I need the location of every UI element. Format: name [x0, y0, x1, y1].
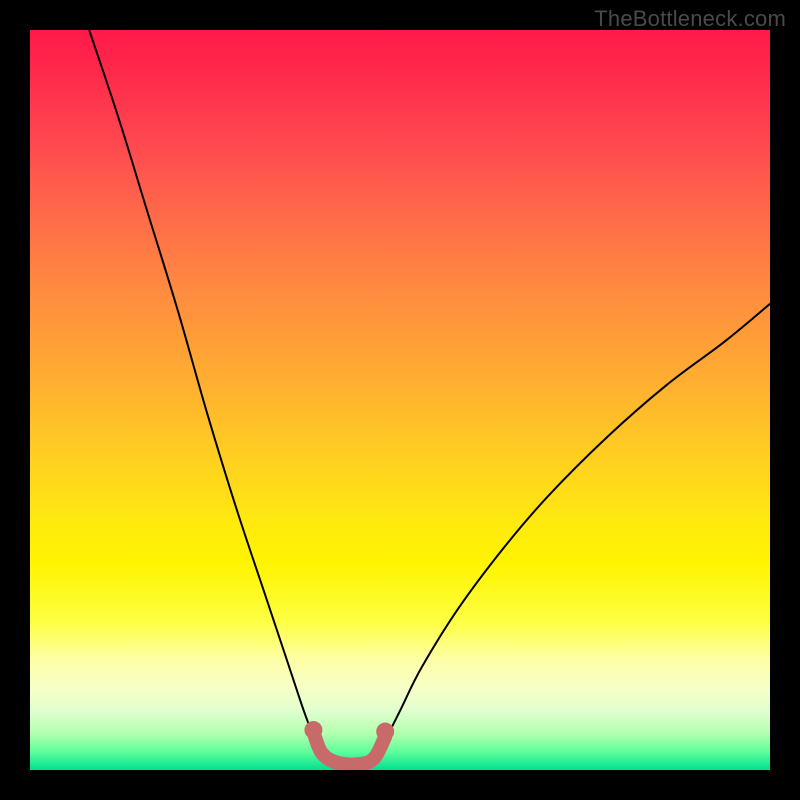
chart-svg: [30, 30, 770, 770]
valley-highlight-end-markers: [304, 721, 394, 740]
curve-right-ascent: [385, 304, 770, 741]
valley-end-marker: [304, 721, 322, 739]
valley-highlight-track: [315, 737, 385, 765]
curve-left-descent: [89, 30, 315, 740]
watermark-text: TheBottleneck.com: [594, 6, 786, 32]
chart-plot-area: [30, 30, 770, 770]
valley-end-marker: [376, 723, 394, 741]
